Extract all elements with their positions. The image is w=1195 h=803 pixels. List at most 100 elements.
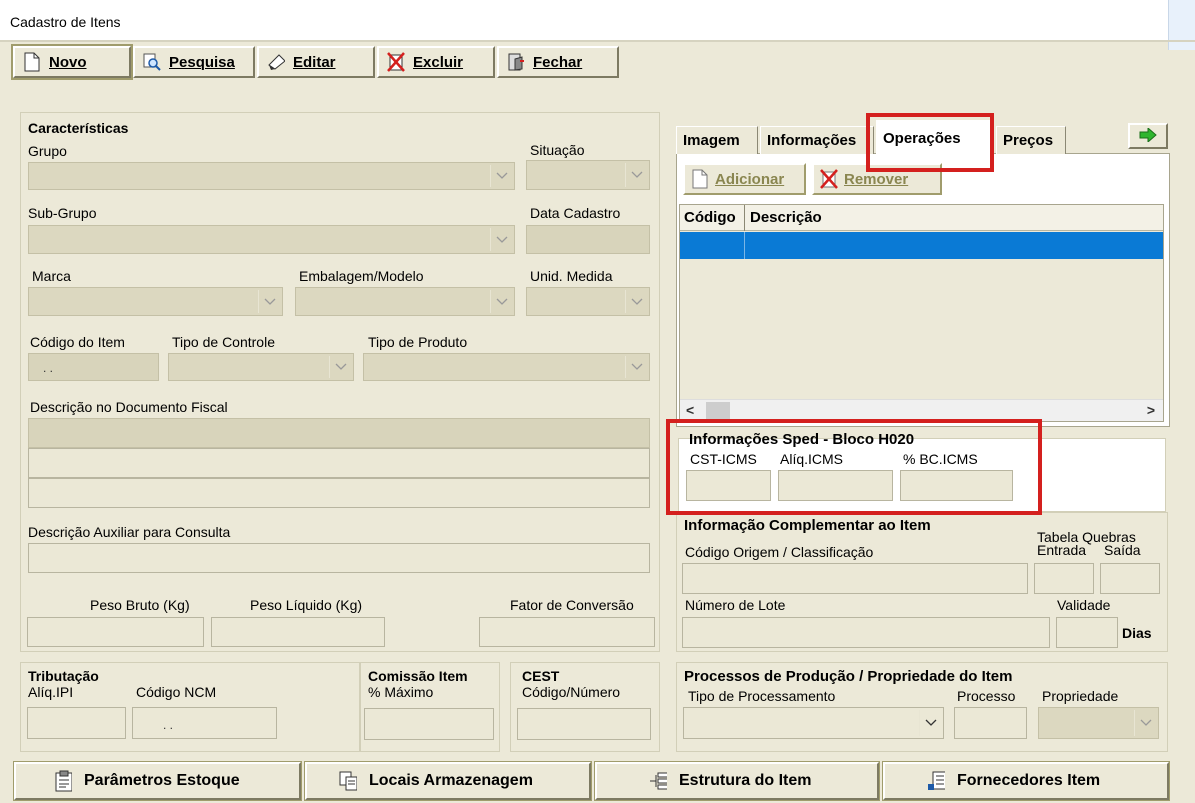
descricao-fiscal-label: Descrição no Documento Fiscal xyxy=(30,399,228,415)
caracteristicas-title: Características xyxy=(28,120,129,136)
processo-field[interactable] xyxy=(954,707,1027,739)
parametros-estoque-label: Parâmetros Estoque xyxy=(84,772,240,789)
tipo-controle-label: Tipo de Controle xyxy=(172,334,275,350)
codigo-item-mask: . . xyxy=(43,361,54,375)
peso-bruto-field[interactable] xyxy=(27,617,204,647)
chevron-down-icon xyxy=(490,290,512,313)
fator-conversao-field[interactable] xyxy=(479,617,655,647)
data-cadastro-field[interactable] xyxy=(526,225,650,254)
tipo-processamento-label: Tipo de Processamento xyxy=(688,688,836,704)
horizontal-scrollbar[interactable]: < > xyxy=(680,399,1163,421)
excluir-label: Excluir xyxy=(413,53,464,71)
delete-icon xyxy=(820,169,838,189)
tipo-processamento-select[interactable] xyxy=(683,707,944,739)
cest-codigo-label: Código/Número xyxy=(522,684,621,700)
codigo-ncm-field[interactable]: . . xyxy=(132,707,277,739)
excluir-button[interactable]: Excluir xyxy=(377,46,495,78)
tab-informacoes-label: Informações xyxy=(767,132,857,149)
grid-header: Código Descrição xyxy=(680,205,1163,231)
saida-field[interactable] xyxy=(1100,563,1160,594)
codigo-origem-field[interactable] xyxy=(682,563,1028,594)
tab-precos-label: Preços xyxy=(1003,132,1054,149)
delete-icon xyxy=(387,52,405,72)
novo-label: Novo xyxy=(49,53,87,71)
comissao-maximo-field[interactable] xyxy=(364,708,494,740)
descricao-aux-label: Descrição Auxiliar para Consulta xyxy=(28,524,231,540)
supplier-list-icon xyxy=(927,771,945,791)
parametros-estoque-button[interactable]: Parâmetros Estoque xyxy=(13,761,302,801)
row-separator xyxy=(744,232,745,259)
col-codigo-header[interactable]: Código xyxy=(684,209,736,226)
chevron-down-icon xyxy=(625,163,647,187)
dias-label: Dias xyxy=(1122,625,1152,641)
editar-label: Editar xyxy=(293,53,336,71)
marca-select[interactable] xyxy=(28,287,283,316)
tab-imagem-label: Imagem xyxy=(683,132,740,149)
descricao-aux-field[interactable] xyxy=(28,543,650,573)
chevron-down-icon xyxy=(1134,710,1156,736)
numero-lote-field[interactable] xyxy=(682,617,1050,648)
novo-button[interactable]: Novo xyxy=(11,44,133,80)
tipo-produto-select[interactable] xyxy=(363,353,650,381)
locais-armazenagem-button[interactable]: Locais Armazenagem xyxy=(304,761,592,801)
tributacao-title: Tributação xyxy=(28,668,99,684)
highlight-operacoes-tab xyxy=(866,113,994,172)
new-document-icon xyxy=(691,169,709,189)
peso-liquido-field[interactable] xyxy=(211,617,385,647)
fechar-button[interactable]: Fechar xyxy=(497,46,619,78)
embalagem-select[interactable] xyxy=(295,287,515,316)
estrutura-item-button[interactable]: Estrutura do Item xyxy=(594,761,880,801)
comissao-title: Comissão Item xyxy=(368,668,468,684)
search-icon xyxy=(143,52,161,72)
remover-label: Remover xyxy=(844,170,909,188)
copy-icon xyxy=(339,771,357,791)
grupo-select[interactable] xyxy=(28,162,515,190)
embalagem-label: Embalagem/Modelo xyxy=(299,268,424,284)
adicionar-label: Adicionar xyxy=(715,170,785,188)
fornecedores-item-button[interactable]: Fornecedores Item xyxy=(882,761,1170,801)
aliq-ipi-field[interactable] xyxy=(27,707,126,739)
descricao-fiscal-line1[interactable] xyxy=(28,418,650,448)
situacao-select[interactable] xyxy=(526,160,650,190)
subgrupo-label: Sub-Grupo xyxy=(28,205,97,221)
tab-precos[interactable]: Preços xyxy=(996,126,1066,154)
unid-medida-label: Unid. Medida xyxy=(530,268,613,284)
descricao-fiscal-line2[interactable] xyxy=(28,448,650,478)
codigo-ncm-label: Código NCM xyxy=(136,684,217,700)
unid-medida-select[interactable] xyxy=(526,287,650,316)
entrada-field[interactable] xyxy=(1034,563,1094,594)
codigo-item-label: Código do Item xyxy=(30,334,125,350)
chevron-down-icon xyxy=(919,710,941,736)
scroll-thumb[interactable] xyxy=(706,402,730,420)
next-tab-button[interactable] xyxy=(1128,123,1168,149)
entrada-label: Entrada xyxy=(1037,542,1087,558)
validade-field[interactable] xyxy=(1056,617,1118,648)
propriedade-select[interactable] xyxy=(1038,707,1159,739)
data-cadastro-label: Data Cadastro xyxy=(530,205,621,221)
chevron-down-icon xyxy=(329,356,351,378)
fator-conversao-label: Fator de Conversão xyxy=(510,597,634,613)
chevron-down-icon xyxy=(258,290,280,313)
codigo-item-field[interactable]: . . xyxy=(28,353,159,381)
comissao-maximo-label: % Máximo xyxy=(368,684,434,700)
descricao-fiscal-line3[interactable] xyxy=(28,478,650,508)
tipo-produto-label: Tipo de Produto xyxy=(368,334,468,350)
scroll-right-icon[interactable]: > xyxy=(1147,402,1155,418)
table-row[interactable] xyxy=(680,232,1163,259)
arrow-right-icon xyxy=(1139,126,1157,145)
scroll-left-icon[interactable]: < xyxy=(686,402,694,418)
codigo-origem-label: Código Origem / Classificação xyxy=(685,544,874,560)
adicionar-button[interactable]: Adicionar xyxy=(683,163,806,195)
tab-informacoes[interactable]: Informações xyxy=(760,126,874,154)
tipo-controle-select[interactable] xyxy=(168,353,354,381)
subgrupo-select[interactable] xyxy=(28,225,515,254)
editar-button[interactable]: Editar xyxy=(257,46,375,78)
pesquisa-button[interactable]: Pesquisa xyxy=(133,46,255,78)
col-descricao-header[interactable]: Descrição xyxy=(750,209,822,226)
validade-label: Validade xyxy=(1057,597,1111,613)
peso-bruto-label: Peso Bruto (Kg) xyxy=(90,597,190,613)
cest-codigo-field[interactable] xyxy=(517,708,651,740)
highlight-sped-group xyxy=(666,419,1042,515)
tree-structure-icon xyxy=(649,771,667,791)
tab-imagem[interactable]: Imagem xyxy=(676,126,758,154)
